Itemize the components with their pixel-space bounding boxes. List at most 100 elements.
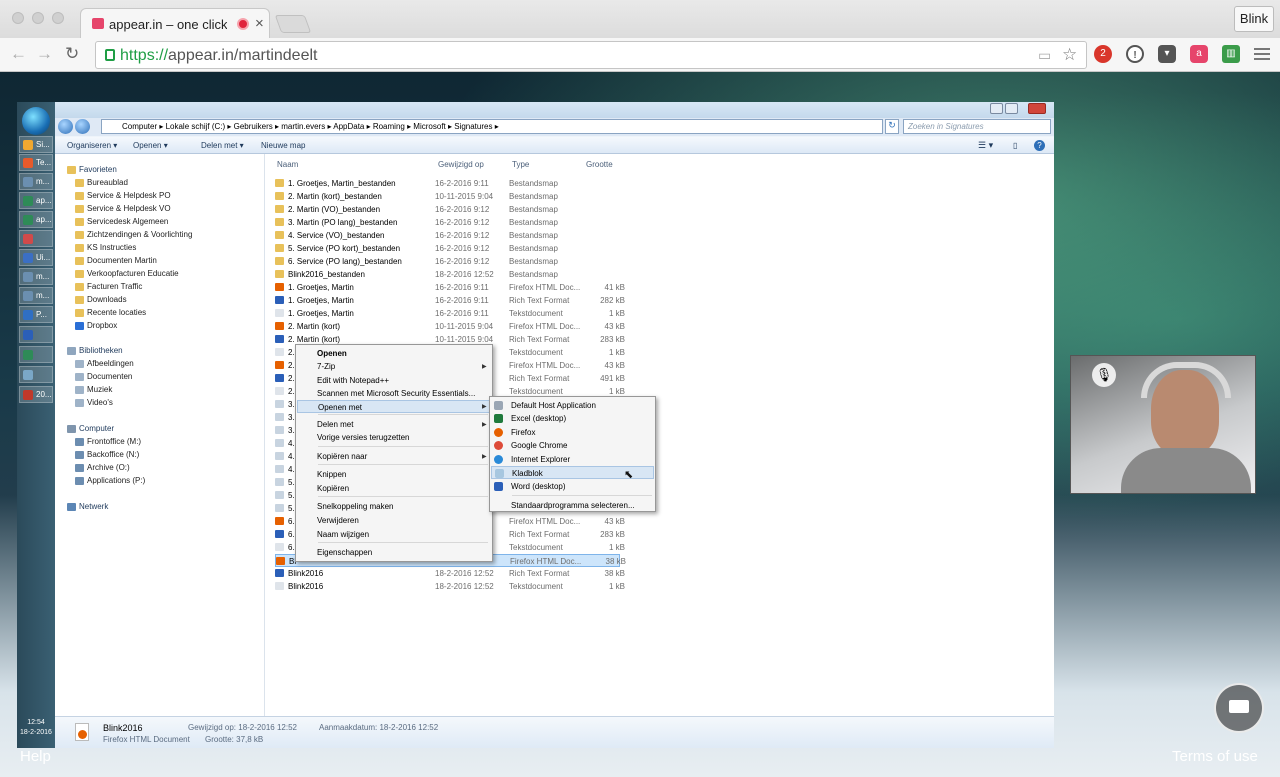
nav-item[interactable]: Zichtzendingen & Voorlichting xyxy=(75,230,192,239)
back-icon[interactable] xyxy=(58,119,73,134)
context-menu-item[interactable]: Verwijderen xyxy=(297,514,491,527)
nav-item[interactable]: Muziek xyxy=(75,385,112,394)
breadcrumb[interactable]: Computer ▸ Lokale schijf (C:) ▸ Gebruike… xyxy=(101,119,883,134)
nav-item[interactable]: Downloads xyxy=(75,295,127,304)
browser-tab[interactable]: appear.in – one click vid × xyxy=(80,8,270,38)
file-row[interactable]: 1. Groetjes, Martin 16-2-2016 9:11 Tekstdo… xyxy=(275,307,625,320)
preview-pane-icon[interactable]: ▯ xyxy=(1013,137,1017,154)
open-with-item[interactable]: Firefox xyxy=(491,426,654,439)
file-row[interactable]: 1. Groetjes, Martin_bestanden 16-2-2016 9… xyxy=(275,177,620,190)
maximize-icon[interactable] xyxy=(1005,103,1018,114)
nav-computer[interactable]: Computer xyxy=(67,424,114,433)
open-with-item[interactable]: Standaardprogramma selecteren... xyxy=(491,499,654,512)
bookmark-star-icon[interactable]: ☆ xyxy=(1062,45,1077,65)
context-menu-item[interactable]: Kopiëren naar xyxy=(297,450,491,463)
help-link[interactable]: Help xyxy=(20,748,51,765)
zoom-window-button[interactable] xyxy=(52,12,64,24)
file-row[interactable]: 2. Martin (kort) 10-11-2015 9:04 Firefox H… xyxy=(275,320,625,333)
nav-libraries[interactable]: Bibliotheken xyxy=(67,346,123,355)
context-menu-item[interactable]: Eigenschappen xyxy=(297,546,491,559)
taskbar-item[interactable]: 20... xyxy=(19,386,53,403)
file-row[interactable]: 5. Service (PO kort)_bestanden 16-2-2016 … xyxy=(275,242,620,255)
context-menu-item[interactable]: Naam wijzigen xyxy=(297,528,491,541)
refresh-icon[interactable]: ↻ xyxy=(885,119,899,134)
taskbar-item[interactable]: m... xyxy=(19,268,53,285)
trello-extension-icon[interactable]: ▥ xyxy=(1222,45,1240,63)
open-with-item[interactable]: Word (desktop) xyxy=(491,480,654,493)
open-with-item[interactable]: Default Host Application xyxy=(491,399,654,412)
nav-item[interactable]: Archive (O:) xyxy=(75,463,130,472)
taskbar-item[interactable]: P... xyxy=(19,306,53,323)
nav-item[interactable]: Bureaublad xyxy=(75,178,128,187)
context-menu-item[interactable]: Openen met xyxy=(297,400,491,413)
minimize-window-button[interactable] xyxy=(32,12,44,24)
context-menu-item[interactable]: Vorige versies terugzetten xyxy=(297,431,491,444)
taskbar-item[interactable]: m... xyxy=(19,287,53,304)
nav-item[interactable]: Documenten xyxy=(75,372,132,381)
chat-button[interactable] xyxy=(1214,683,1264,733)
file-row[interactable]: Blink2016_bestanden 18-2-2016 12:52 Bestan… xyxy=(275,268,620,281)
context-menu-item[interactable]: Scannen met Microsoft Security Essential… xyxy=(297,387,491,400)
context-menu-item[interactable]: Delen met xyxy=(297,418,491,431)
taskbar-item[interactable]: ap... xyxy=(19,192,53,209)
reload-icon[interactable]: ↻ xyxy=(65,44,79,64)
file-row[interactable]: 3. Martin (PO lang)_bestanden 16-2-2016 9… xyxy=(275,216,620,229)
help-icon[interactable]: ? xyxy=(1034,140,1045,151)
file-row[interactable]: 2. Martin (VO)_bestanden 16-2-2016 9:12 Be… xyxy=(275,203,620,216)
close-window-button[interactable] xyxy=(12,12,24,24)
taskbar-item[interactable] xyxy=(19,346,53,363)
nav-item[interactable]: Dropbox xyxy=(75,321,117,330)
forward-icon[interactable] xyxy=(75,119,90,134)
tab-close-icon[interactable]: × xyxy=(255,15,264,32)
taskbar-item[interactable]: Si... xyxy=(19,136,53,153)
taskbar-item[interactable] xyxy=(19,230,53,247)
nav-item[interactable]: Verkoopfacturen Educatie xyxy=(75,269,179,278)
context-menu-item[interactable]: Snelkoppeling maken xyxy=(297,500,491,513)
nav-item[interactable]: Service & Helpdesk VO xyxy=(75,204,171,213)
muted-microphone-icon[interactable]: 🎙 xyxy=(1092,363,1116,387)
nav-item[interactable]: Documenten Martin xyxy=(75,256,157,265)
column-type[interactable]: Type xyxy=(512,160,529,169)
windows-start-icon[interactable] xyxy=(22,107,50,135)
taskbar-item[interactable] xyxy=(19,326,53,343)
nav-item[interactable]: Frontoffice (M:) xyxy=(75,437,141,446)
taskbar-item[interactable]: ap... xyxy=(19,211,53,228)
menu-icon[interactable] xyxy=(1254,48,1270,60)
open-with-item[interactable]: Internet Explorer xyxy=(491,453,654,466)
organize-button[interactable]: Organiseren ▾ xyxy=(67,137,117,154)
minimize-icon[interactable] xyxy=(990,103,1003,114)
nav-item[interactable]: Service & Helpdesk PO xyxy=(75,191,171,200)
share-button[interactable]: Delen met ▾ xyxy=(201,137,244,154)
back-arrow-icon[interactable]: ← xyxy=(10,44,27,64)
address-bar[interactable]: https://appear.in/martindeelt ▭ ☆ xyxy=(95,41,1087,69)
nav-item[interactable]: Afbeeldingen xyxy=(75,359,134,368)
taskbar-item[interactable] xyxy=(19,366,53,383)
nav-item[interactable]: Applications (P:) xyxy=(75,476,145,485)
context-menu-item[interactable]: Edit with Notepad++ xyxy=(297,374,491,387)
open-with-item[interactable]: Google Chrome xyxy=(491,439,654,452)
nav-network[interactable]: Netwerk xyxy=(67,502,108,511)
nav-item[interactable]: Servicedesk Algemeen xyxy=(75,217,168,226)
forward-arrow-icon[interactable]: → xyxy=(36,44,53,64)
nav-item[interactable]: Facturen Traffic xyxy=(75,282,142,291)
camera-icon[interactable]: ▭ xyxy=(1038,47,1051,64)
terms-link[interactable]: Terms of use xyxy=(1172,748,1258,765)
taskbar-item[interactable]: m... xyxy=(19,173,53,190)
search-input[interactable]: Zoeken in Signatures xyxy=(903,119,1051,134)
file-row[interactable]: 1. Groetjes, Martin 16-2-2016 9:11 Rich Te… xyxy=(275,294,625,307)
context-menu-item[interactable]: Openen xyxy=(297,347,491,360)
open-button[interactable]: Openen ▾ xyxy=(133,137,168,154)
context-menu-item[interactable]: 7-Zip xyxy=(297,360,491,373)
file-row[interactable]: 2. Martin (kort)_bestanden 10-11-2015 9:0… xyxy=(275,190,620,203)
file-row[interactable]: Blink2016 18-2-2016 12:52 Rich Text Format… xyxy=(275,567,625,580)
file-row[interactable]: 4. Service (VO)_bestanden 16-2-2016 9:12 B… xyxy=(275,229,620,242)
pocket-extension-icon[interactable]: ▾ xyxy=(1158,45,1176,63)
info-extension-icon[interactable]: ! xyxy=(1126,45,1144,63)
nav-item[interactable]: KS Instructies xyxy=(75,243,136,252)
file-row[interactable]: 1. Groetjes, Martin 16-2-2016 9:11 Firefox… xyxy=(275,281,625,294)
adblock-extension-icon[interactable]: 2 xyxy=(1094,45,1112,63)
file-row[interactable]: 6. Service (PO lang)_bestanden 16-2-2016 … xyxy=(275,255,620,268)
view-options-icon[interactable]: ☰ ▾ xyxy=(978,137,993,154)
new-tab-button[interactable] xyxy=(274,15,312,33)
column-size[interactable]: Grootte xyxy=(586,160,613,169)
